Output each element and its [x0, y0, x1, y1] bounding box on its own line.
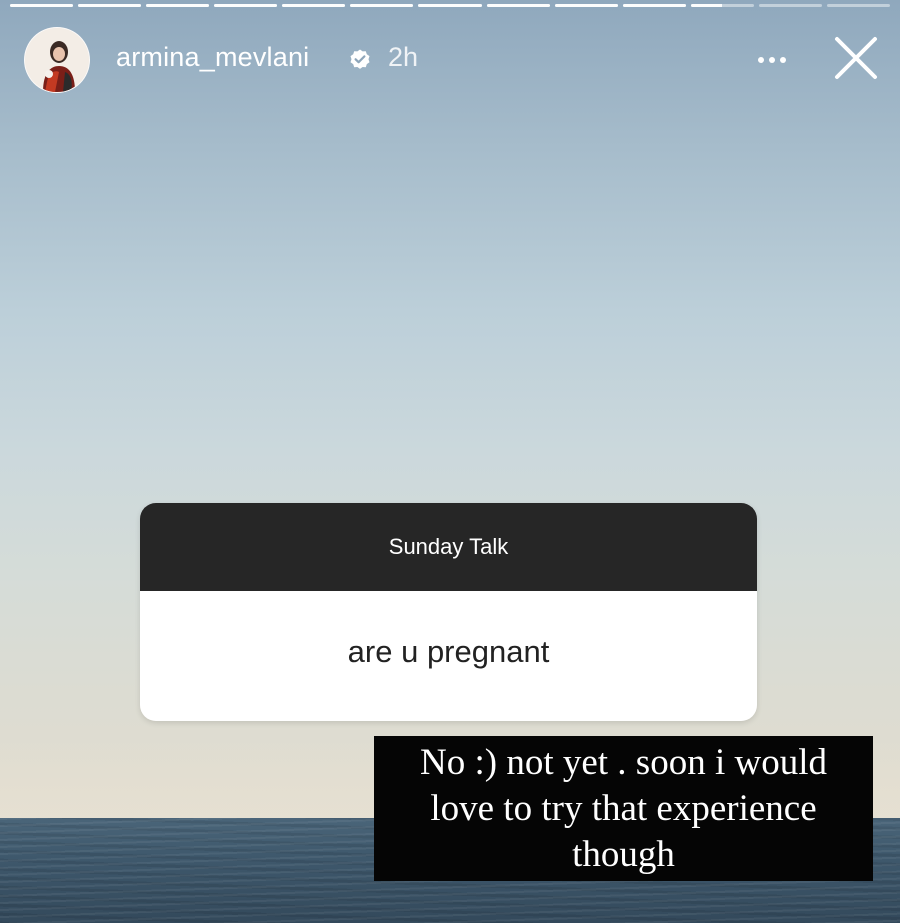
progress-segment: [554, 4, 618, 7]
progress-segment: [78, 4, 142, 7]
story-viewer[interactable]: armina_mevlani 2h Sunday Talk are u preg…: [0, 0, 900, 923]
more-options-button[interactable]: [752, 48, 796, 72]
answer-caption: No :) not yet . soon i would love to try…: [374, 736, 873, 881]
more-horizontal-icon: [758, 57, 786, 63]
progress-segment: [214, 4, 278, 7]
progress-segment: [622, 4, 686, 7]
close-button[interactable]: [832, 34, 880, 82]
question-sticker[interactable]: Sunday Talk are u pregnant: [140, 503, 757, 721]
close-icon: [835, 37, 877, 79]
progress-segment: [486, 4, 550, 7]
story-header: armina_mevlani 2h: [24, 24, 884, 93]
progress-segment-fill: [78, 4, 142, 7]
question-sticker-title: Sunday Talk: [140, 503, 757, 591]
avatar-image: [25, 28, 89, 92]
progress-segment-fill: [214, 4, 278, 7]
username[interactable]: armina_mevlani: [116, 42, 309, 73]
progress-segment-fill: [350, 4, 414, 7]
progress-segment: [10, 4, 74, 7]
progress-segment: [282, 4, 346, 7]
verified-badge-icon: [350, 49, 370, 69]
progress-segment: [690, 4, 754, 7]
progress-segment: [350, 4, 414, 7]
progress-segment-fill: [418, 4, 482, 7]
story-progress-bar: [10, 4, 891, 8]
progress-segment-fill: [282, 4, 346, 7]
progress-segment-fill: [622, 4, 686, 7]
progress-segment: [826, 4, 891, 7]
avatar[interactable]: [24, 27, 90, 93]
progress-segment: [758, 4, 822, 7]
progress-segment-fill: [690, 4, 723, 7]
progress-segment-fill: [554, 4, 618, 7]
progress-segment: [418, 4, 482, 7]
progress-segment: [146, 4, 210, 7]
progress-segment-fill: [486, 4, 550, 7]
progress-segment-fill: [10, 4, 74, 7]
question-text: are u pregnant: [140, 591, 757, 721]
progress-segment-fill: [146, 4, 210, 7]
story-timestamp: 2h: [388, 42, 419, 72]
